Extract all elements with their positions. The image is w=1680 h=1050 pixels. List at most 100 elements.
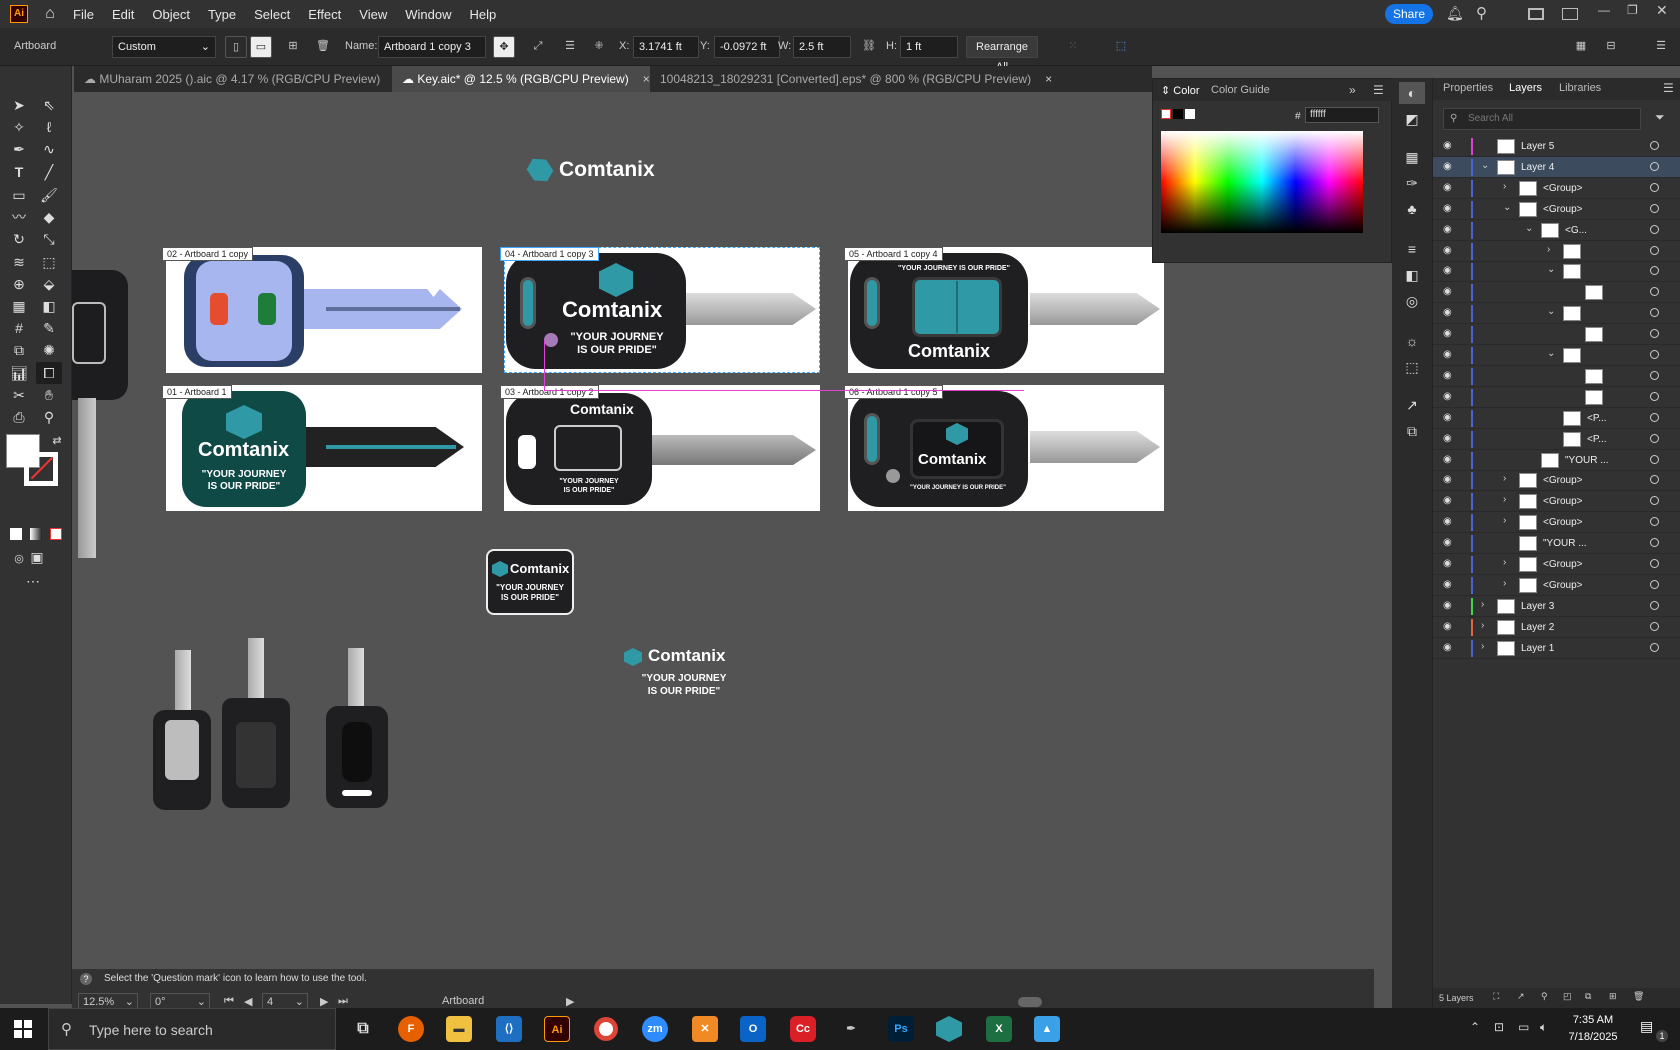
target-circle-icon[interactable]: [1650, 287, 1659, 297]
layer-row[interactable]: ◉ › <Group>: [1433, 554, 1680, 575]
artboard-label[interactable]: 03 - Artboard 1 copy 2: [500, 385, 599, 399]
symbols-icon[interactable]: ♣: [1399, 198, 1425, 220]
visibility-eye-icon[interactable]: ◉: [1443, 474, 1452, 485]
bell-icon[interactable]: 🔔︎: [1446, 5, 1464, 22]
close-tab-icon[interactable]: ×: [1045, 72, 1052, 86]
visibility-eye-icon[interactable]: ◉: [1443, 328, 1452, 339]
target-circle-icon[interactable]: [1650, 266, 1659, 276]
layer-row[interactable]: ◉ › <Group>: [1433, 491, 1680, 513]
blend-tool-icon[interactable]: ⧉: [6, 339, 32, 361]
target-circle-icon[interactable]: [1650, 433, 1659, 443]
layer-row[interactable]: ◉ <P...: [1433, 429, 1680, 450]
graphic-styles-icon[interactable]: ⬚: [1399, 356, 1425, 378]
firefox-icon[interactable]: F: [398, 1016, 424, 1042]
arrange-docs-icon[interactable]: ▦: [1570, 36, 1592, 58]
screen-mode-icon[interactable]: ▣: [24, 546, 50, 568]
app-hex-icon[interactable]: [936, 1016, 962, 1042]
expand-chevron-icon[interactable]: ›: [1503, 515, 1506, 526]
target-circle-icon[interactable]: [1650, 496, 1659, 506]
brushes-icon[interactable]: ✑: [1399, 172, 1425, 194]
layer-row[interactable]: ◉ "YOUR ...: [1433, 450, 1680, 471]
target-circle-icon[interactable]: [1650, 412, 1659, 422]
target-circle-icon[interactable]: [1650, 224, 1659, 234]
illustrator-icon[interactable]: Ai: [544, 1016, 570, 1042]
target-circle-icon[interactable]: [1650, 454, 1659, 464]
w-input[interactable]: 2.5 ft: [793, 36, 851, 58]
layer-row[interactable]: ◉ ⌄ <G...: [1433, 220, 1680, 241]
volume-icon[interactable]: 🔈︎: [1540, 1020, 1547, 1035]
target-circle-icon[interactable]: [1650, 161, 1659, 171]
visibility-eye-icon[interactable]: ◉: [1443, 286, 1452, 297]
rectangle-tool-icon[interactable]: ▭: [6, 184, 32, 206]
menu-type[interactable]: Type: [199, 7, 245, 22]
delete-artboard-icon[interactable]: 🗑︎: [312, 36, 334, 58]
layer-row[interactable]: ◉ › <Group>: [1433, 512, 1680, 534]
constrain-link-icon[interactable]: ⛓︎: [858, 36, 880, 58]
vscode-icon[interactable]: ⟨⟩: [496, 1016, 522, 1042]
artboard-name-input[interactable]: Artboard 1 copy 3: [378, 36, 486, 58]
align-panel-icon[interactable]: ⊟: [1600, 36, 1622, 58]
stroke-swatch[interactable]: [24, 452, 58, 486]
visibility-eye-icon[interactable]: ◉: [1443, 161, 1452, 172]
expand-chevron-icon[interactable]: ›: [1503, 494, 1506, 505]
visibility-eye-icon[interactable]: ◉: [1443, 203, 1452, 214]
graph-tool-icon[interactable]: 📊︎: [6, 362, 32, 384]
last-artboard-icon[interactable]: ⏭: [338, 995, 348, 1008]
target-circle-icon[interactable]: [1650, 245, 1659, 255]
layer-row[interactable]: ◉ ⌄ <Group>: [1433, 199, 1680, 220]
eraser-icon[interactable]: ◆: [36, 206, 62, 228]
artboard-02[interactable]: [166, 247, 482, 373]
expand-chevron-icon[interactable]: ›: [1503, 181, 1506, 192]
visibility-eye-icon[interactable]: ◉: [1443, 224, 1452, 235]
share-button[interactable]: Share: [1385, 4, 1433, 24]
target-circle-icon[interactable]: [1650, 475, 1659, 485]
taskbar-search[interactable]: ⚲ Type here to search: [48, 1008, 336, 1050]
first-artboard-icon[interactable]: ⏮: [224, 995, 234, 1008]
visibility-eye-icon[interactable]: ◉: [1443, 495, 1452, 506]
target-circle-icon[interactable]: [1650, 600, 1659, 610]
artboard-label[interactable]: 01 - Artboard 1: [162, 385, 232, 399]
layer-row[interactable]: ◉ › <Group>: [1433, 575, 1680, 596]
target-circle-icon[interactable]: [1650, 517, 1659, 527]
swap-fill-stroke-icon[interactable]: ⇄: [44, 430, 70, 452]
visibility-eye-icon[interactable]: ◉: [1443, 412, 1452, 423]
menu-view[interactable]: View: [350, 7, 396, 22]
expand-chevron-icon[interactable]: ⌄: [1481, 160, 1489, 171]
clock-date[interactable]: 7/18/2025: [1566, 1031, 1620, 1043]
artboard-label[interactable]: 02 - Artboard 1 copy: [162, 247, 254, 261]
magic-wand-icon[interactable]: ✧: [6, 116, 32, 138]
artboard-tool-icon[interactable]: ⧠: [36, 362, 62, 384]
visibility-eye-icon[interactable]: ◉: [1443, 140, 1452, 151]
slice-tool-icon[interactable]: ✂: [6, 384, 32, 406]
hex-input[interactable]: ffffff: [1305, 107, 1379, 123]
eyedropper-icon[interactable]: ✎: [36, 317, 62, 339]
tab-color[interactable]: ⇕ Color: [1161, 84, 1200, 97]
chrome-icon[interactable]: [594, 1017, 618, 1041]
search-icon[interactable]: ⚲: [1476, 4, 1487, 22]
artboard-label[interactable]: 04 - Artboard 1 copy 3: [500, 247, 599, 261]
color-guide-icon[interactable]: ◩: [1399, 108, 1425, 130]
visibility-eye-icon[interactable]: ◉: [1443, 621, 1452, 632]
shaper-tool-icon[interactable]: 〰: [6, 206, 32, 228]
landscape-icon[interactable]: ▭: [250, 36, 272, 58]
target-circle-icon[interactable]: [1650, 329, 1659, 339]
visibility-eye-icon[interactable]: ◉: [1443, 537, 1452, 548]
minimize-button[interactable]: —: [1598, 3, 1610, 17]
target-circle-icon[interactable]: [1650, 538, 1659, 548]
xampp-icon[interactable]: ✕: [692, 1016, 718, 1042]
symbol-sprayer-icon[interactable]: ✺: [36, 339, 62, 361]
expand-chevron-icon[interactable]: ⌄: [1503, 202, 1511, 213]
collect-export-icon[interactable]: ⛶: [1493, 991, 1499, 1002]
move-copy-icon[interactable]: ✥: [493, 36, 515, 58]
zoom-icon[interactable]: zm: [642, 1016, 668, 1042]
layer-row[interactable]: ◉ ›: [1433, 241, 1680, 262]
color-mode-icon[interactable]: [10, 528, 22, 540]
visibility-eye-icon[interactable]: ◉: [1443, 182, 1452, 193]
artboard-01[interactable]: Comtanix "YOUR JOURNEY IS OUR PRIDE": [166, 385, 482, 511]
expand-chevron-icon[interactable]: ⌄: [1525, 223, 1533, 234]
target-circle-icon[interactable]: [1650, 642, 1659, 652]
target-circle-icon[interactable]: [1650, 559, 1659, 568]
menu-file[interactable]: File: [64, 7, 103, 22]
horizontal-scrollbar[interactable]: [1018, 997, 1042, 1007]
visibility-eye-icon[interactable]: ◉: [1443, 370, 1452, 381]
